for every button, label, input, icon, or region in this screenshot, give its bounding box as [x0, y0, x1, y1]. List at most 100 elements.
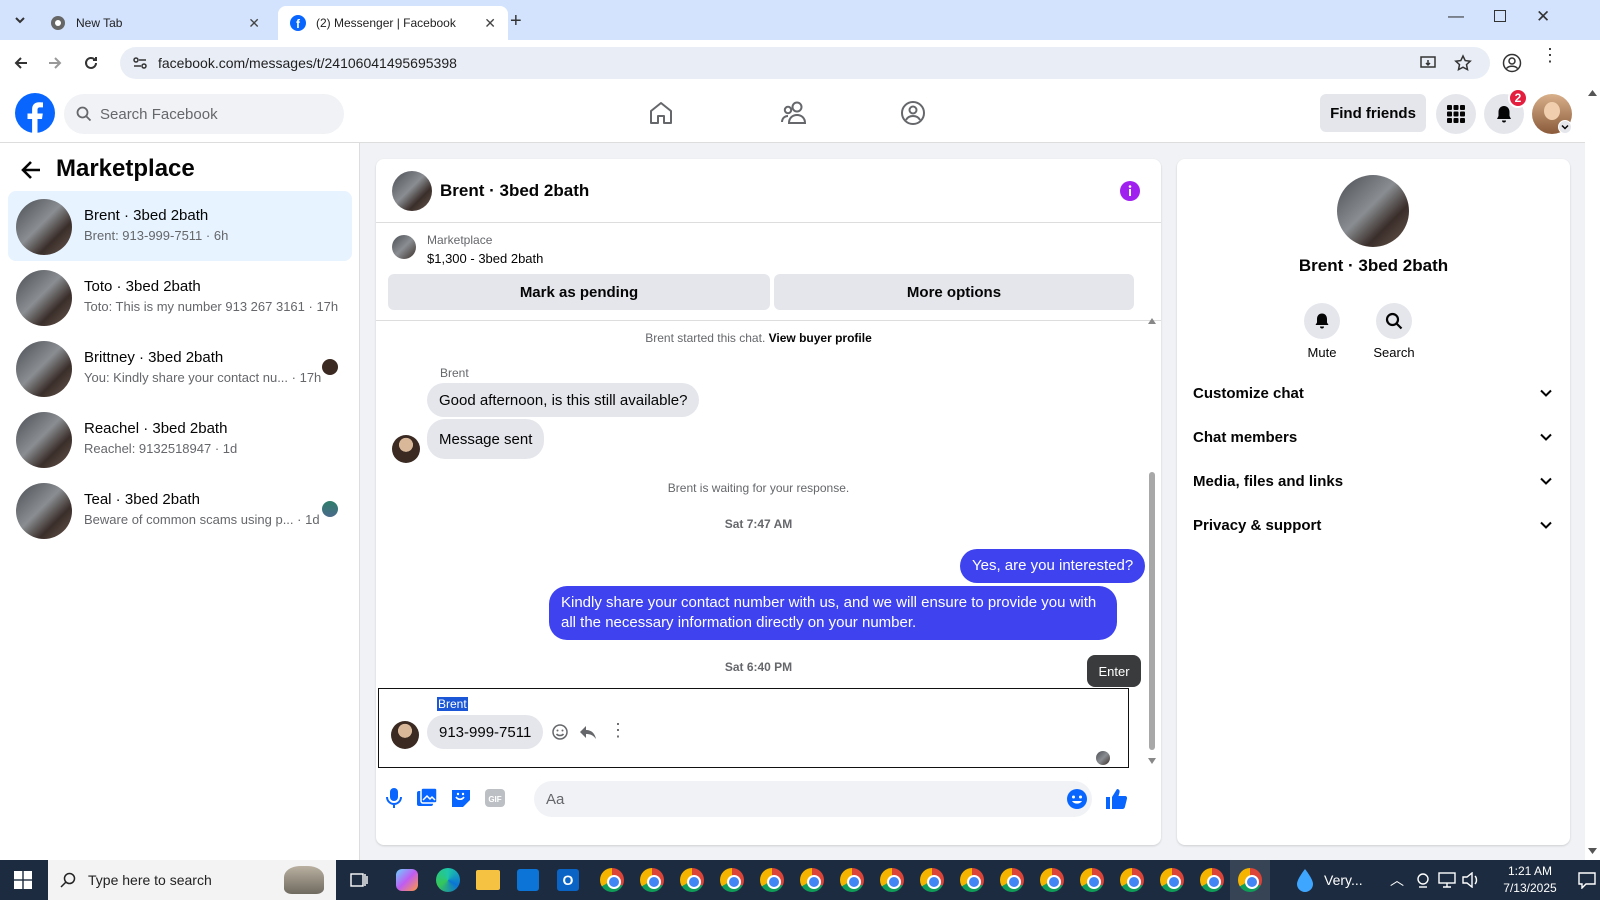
mute-button[interactable]: Mute	[1292, 303, 1352, 360]
incoming-message[interactable]: Message sent	[427, 419, 545, 459]
forward-icon[interactable]	[46, 54, 64, 72]
sender-avatar[interactable]	[391, 721, 419, 749]
site-info-icon[interactable]	[132, 55, 148, 71]
groups-icon[interactable]	[900, 100, 926, 126]
bookmark-star-icon[interactable]	[1454, 54, 1472, 72]
message-more-icon[interactable]: ⋮	[609, 720, 627, 741]
find-friends-button[interactable]: Find friends	[1320, 94, 1426, 132]
store-icon[interactable]	[517, 869, 539, 891]
react-emoji-icon[interactable]	[551, 723, 569, 741]
account-chevron-icon[interactable]	[1558, 120, 1572, 134]
chrome-taskbar-icon[interactable]	[640, 868, 664, 892]
search-in-conversation-button[interactable]: Search	[1364, 303, 1424, 360]
chrome-taskbar-icon[interactable]	[840, 868, 864, 892]
network-icon[interactable]	[1438, 872, 1456, 888]
chrome-taskbar-icon[interactable]	[1200, 868, 1224, 892]
chrome-taskbar-icon-active[interactable]	[1238, 868, 1262, 892]
copilot-icon[interactable]	[396, 869, 418, 891]
home-icon[interactable]	[648, 100, 674, 126]
minimize-icon[interactable]: —	[1448, 8, 1464, 26]
tab-messenger[interactable]: f (2) Messenger | Facebook ✕	[278, 6, 508, 40]
chat-avatar[interactable]	[392, 171, 432, 211]
restore-icon[interactable]	[1494, 10, 1506, 22]
task-view-icon[interactable]	[350, 871, 368, 889]
page-scrollbar[interactable]	[1585, 86, 1600, 860]
install-app-icon[interactable]	[1420, 55, 1436, 71]
incoming-message[interactable]: Good afternoon, is this still available?	[427, 383, 700, 417]
volume-icon[interactable]	[1462, 872, 1480, 888]
media-files-links-section[interactable]: Media, files and links	[1193, 463, 1553, 499]
conversation-item[interactable]: Brittney · 3bed 2bath You: Kindly share …	[8, 333, 352, 403]
chrome-taskbar-icon[interactable]	[760, 868, 784, 892]
taskbar-search-placeholder: Type here to search	[88, 872, 212, 888]
photo-icon[interactable]	[416, 787, 438, 809]
chrome-taskbar-icon[interactable]	[1080, 868, 1104, 892]
reload-icon[interactable]	[82, 54, 100, 72]
conversation-info-icon[interactable]	[1120, 181, 1140, 201]
conversation-item[interactable]: Teal · 3bed 2bath Beware of common scams…	[8, 475, 352, 545]
scrollbar-thumb[interactable]	[1149, 472, 1155, 750]
emoji-icon[interactable]	[1066, 788, 1088, 810]
chrome-taskbar-icon[interactable]	[600, 868, 624, 892]
info-title: Brent · 3bed 2bath	[1298, 256, 1449, 275]
outlook-icon[interactable]: O	[557, 869, 579, 891]
chrome-taskbar-icon[interactable]	[960, 868, 984, 892]
friends-icon[interactable]	[780, 100, 808, 126]
facebook-logo-icon[interactable]	[15, 93, 55, 133]
back-icon[interactable]	[12, 54, 30, 72]
outgoing-message[interactable]: Kindly share your contact number with us…	[549, 586, 1117, 640]
tab-new-tab[interactable]: New Tab ✕	[38, 6, 272, 40]
browser-menu-icon[interactable]: ⋮	[1541, 46, 1559, 64]
conversation-item[interactable]: Brent · 3bed 2bath Brent: 913-999-7511 ·…	[8, 191, 352, 261]
url-bar[interactable]: facebook.com/messages/t/2410604149569539…	[120, 47, 1490, 79]
camera-icon[interactable]	[1416, 872, 1430, 888]
chrome-taskbar-icon[interactable]	[1040, 868, 1064, 892]
privacy-support-section[interactable]: Privacy & support	[1193, 507, 1553, 543]
customize-chat-section[interactable]: Customize chat	[1193, 375, 1553, 411]
chrome-taskbar-icon[interactable]	[1000, 868, 1024, 892]
close-window-icon[interactable]: ✕	[1536, 7, 1550, 27]
more-options-button[interactable]: More options	[774, 274, 1134, 310]
outgoing-message[interactable]: Yes, are you interested?	[960, 549, 1146, 583]
message-input[interactable]: Aa	[534, 781, 1092, 817]
notification-center-icon[interactable]	[1578, 871, 1596, 889]
tray-chevron-icon[interactable]: ︿	[1390, 860, 1404, 900]
edge-icon[interactable]	[436, 868, 460, 892]
file-explorer-icon[interactable]	[476, 870, 500, 890]
chrome-taskbar-icon[interactable]	[1120, 868, 1144, 892]
focused-message-row[interactable]: Brent 913-999-7511 ⋮	[378, 688, 1129, 768]
chrome-taskbar-icon[interactable]	[1160, 868, 1184, 892]
microphone-icon[interactable]	[384, 787, 404, 809]
weather-widget[interactable]: Very...	[1294, 860, 1363, 900]
windows-start-icon[interactable]	[14, 871, 32, 889]
conversation-item[interactable]: Toto · 3bed 2bath Toto: This is my numbe…	[8, 262, 352, 332]
new-tab-plus-icon[interactable]: +	[510, 10, 522, 33]
conversation-item[interactable]: Reachel · 3bed 2bath Reachel: 9132518947…	[8, 404, 352, 474]
thumbs-up-icon[interactable]	[1104, 787, 1128, 811]
close-tab-icon[interactable]: ✕	[248, 15, 260, 32]
info-avatar[interactable]	[1337, 175, 1409, 247]
tab-search-chevron-icon[interactable]	[8, 8, 32, 32]
chrome-taskbar-icon[interactable]	[680, 868, 704, 892]
profile-icon[interactable]	[1502, 53, 1522, 73]
sender-avatar[interactable]	[392, 435, 420, 463]
reply-icon[interactable]	[579, 723, 597, 741]
system-clock[interactable]: 1:21 AM 7/13/2025	[1490, 863, 1570, 897]
menu-grid-button[interactable]	[1436, 94, 1476, 134]
gif-icon[interactable]: GIF	[484, 787, 506, 809]
chrome-taskbar-icon[interactable]	[920, 868, 944, 892]
taskbar-search-input[interactable]: Type here to search	[48, 860, 336, 900]
chat-members-section[interactable]: Chat members	[1193, 419, 1553, 455]
chrome-taskbar-icon[interactable]	[720, 868, 744, 892]
close-tab-icon[interactable]: ✕	[484, 15, 496, 32]
chat-title[interactable]: Brent · 3bed 2bath	[440, 181, 589, 201]
sticker-icon[interactable]	[450, 787, 472, 809]
chat-scrollbar[interactable]	[1146, 314, 1158, 769]
chrome-taskbar-icon[interactable]	[800, 868, 824, 892]
chrome-taskbar-icon[interactable]	[880, 868, 904, 892]
view-buyer-profile-link[interactable]: View buyer profile	[769, 331, 872, 345]
mark-as-pending-button[interactable]: Mark as pending	[388, 274, 770, 310]
back-arrow-icon[interactable]	[20, 159, 42, 181]
incoming-message[interactable]: 913-999-7511	[427, 715, 544, 749]
facebook-search-input[interactable]: Search Facebook	[64, 94, 344, 134]
